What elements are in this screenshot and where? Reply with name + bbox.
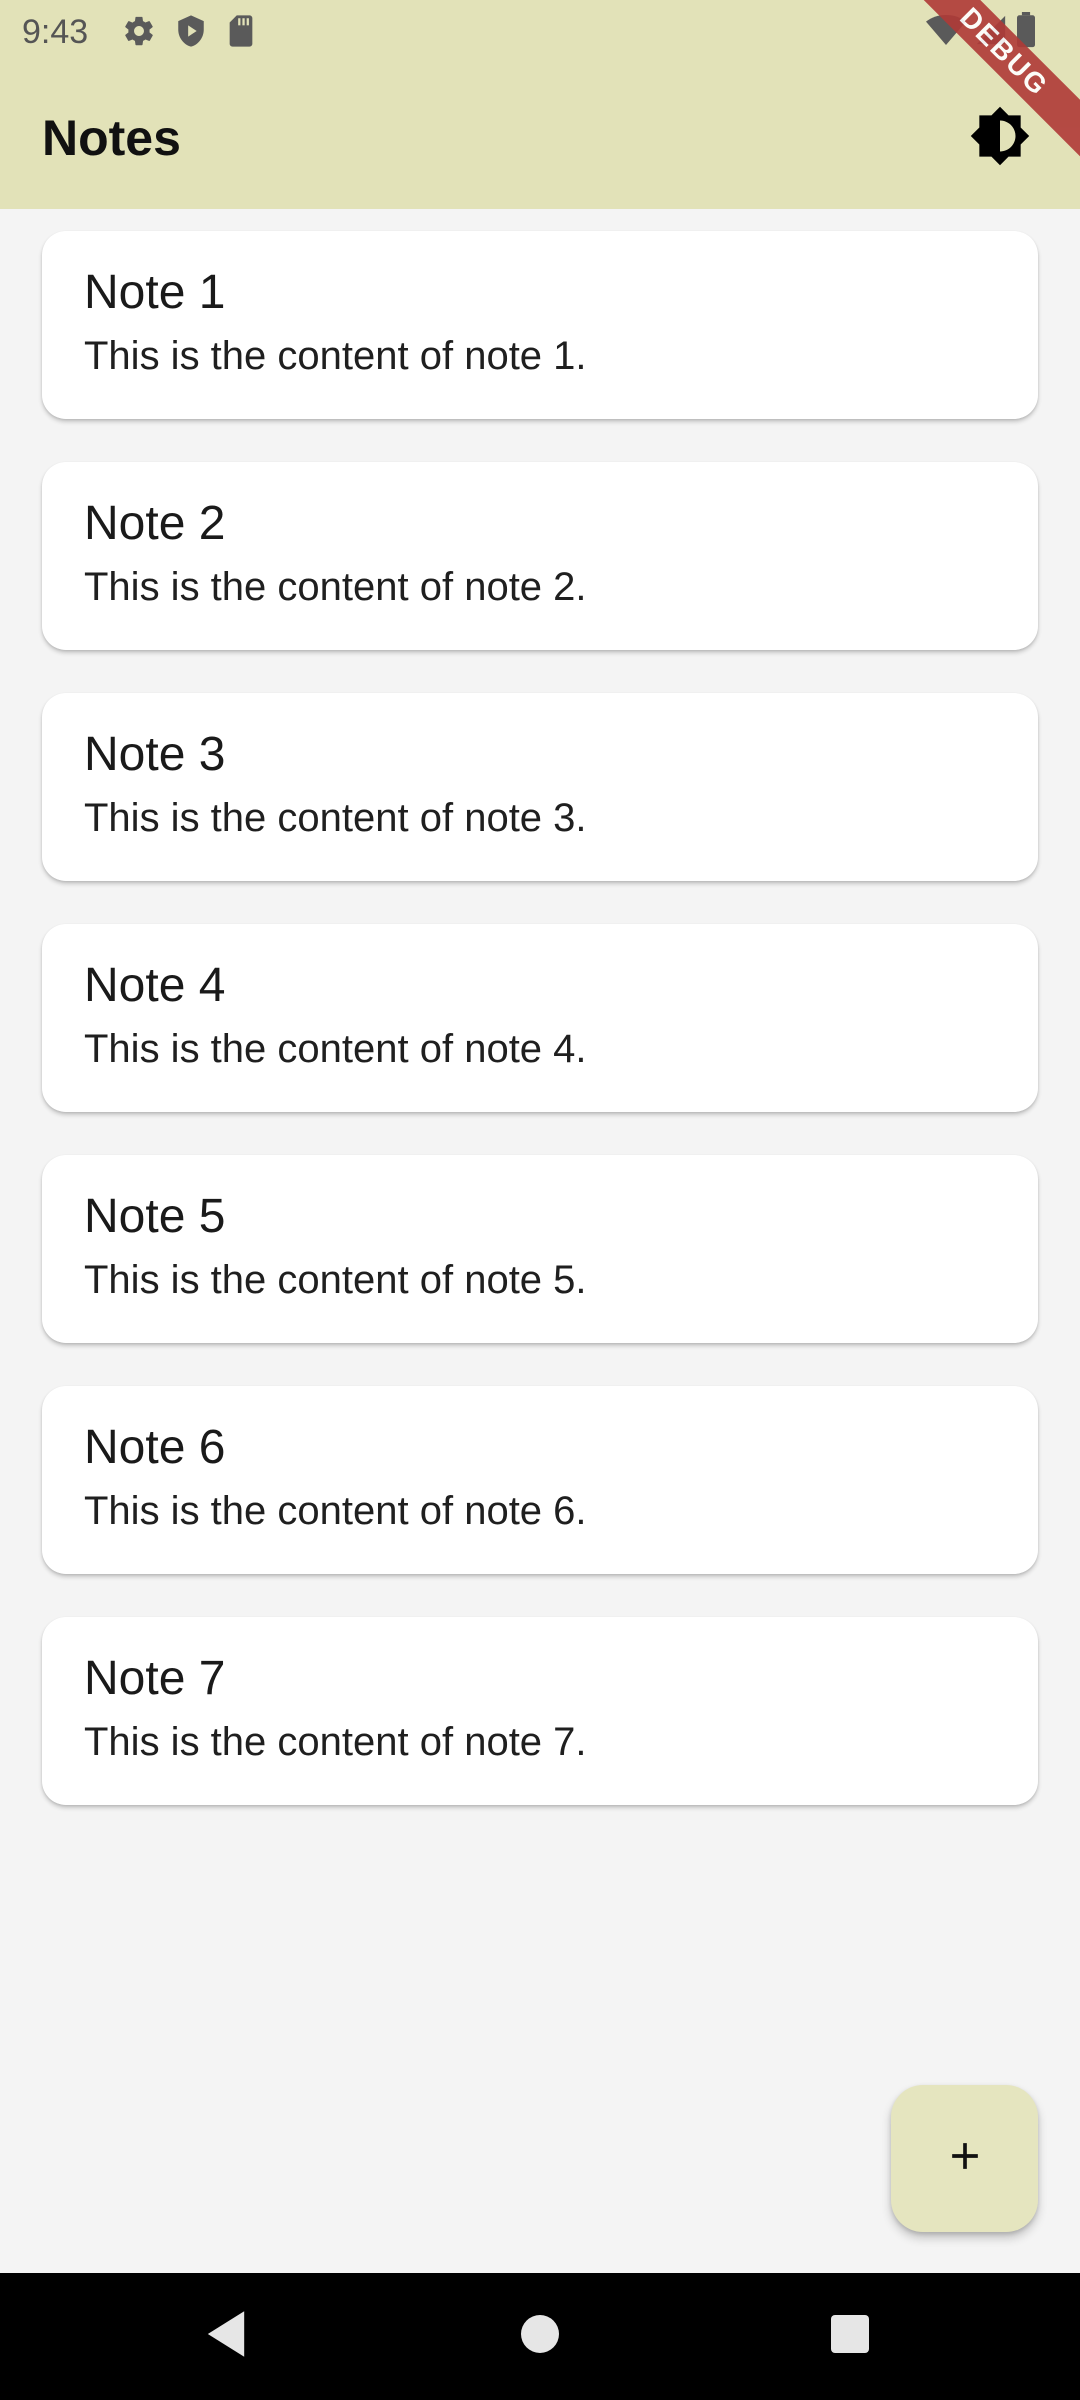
nav-back-button[interactable] bbox=[166, 2273, 286, 2400]
plus-icon bbox=[943, 2134, 987, 2183]
sd-card-icon bbox=[226, 14, 256, 48]
status-bar: 9:43 bbox=[0, 0, 1080, 66]
note-content: This is the content of note 4. bbox=[84, 1027, 587, 1071]
note-content: This is the content of note 5. bbox=[84, 1258, 587, 1302]
app-bar: Notes bbox=[0, 66, 1080, 209]
nav-home-button[interactable] bbox=[480, 2273, 600, 2400]
note-content: This is the content of note 6. bbox=[84, 1489, 587, 1533]
gear-icon bbox=[122, 14, 156, 48]
note-title: Note 1 bbox=[84, 266, 226, 319]
note-card[interactable]: Note 5 This is the content of note 5. bbox=[42, 1155, 1038, 1343]
note-card[interactable]: Note 1 This is the content of note 1. bbox=[42, 231, 1038, 419]
note-card[interactable]: Note 7 This is the content of note 7. bbox=[42, 1617, 1038, 1805]
home-icon bbox=[520, 2314, 560, 2359]
note-card[interactable]: Note 3 This is the content of note 3. bbox=[42, 693, 1038, 881]
note-content: This is the content of note 2. bbox=[84, 565, 587, 609]
note-title: Note 2 bbox=[84, 497, 226, 550]
note-title: Note 7 bbox=[84, 1652, 226, 1705]
note-card[interactable]: Note 4 This is the content of note 4. bbox=[42, 924, 1038, 1112]
add-note-button[interactable] bbox=[891, 2085, 1038, 2232]
note-title: Note 3 bbox=[84, 728, 226, 781]
page-title: Notes bbox=[42, 110, 181, 166]
recents-icon bbox=[830, 2314, 870, 2359]
status-time: 9:43 bbox=[22, 13, 89, 51]
note-title: Note 5 bbox=[84, 1190, 226, 1243]
theme-toggle-button[interactable] bbox=[962, 100, 1038, 176]
shield-play-icon bbox=[174, 14, 208, 48]
note-title: Note 4 bbox=[84, 959, 226, 1012]
nav-recents-button[interactable] bbox=[790, 2273, 910, 2400]
note-card[interactable]: Note 6 This is the content of note 6. bbox=[42, 1386, 1038, 1574]
note-content: This is the content of note 3. bbox=[84, 796, 587, 840]
note-content: This is the content of note 7. bbox=[84, 1720, 587, 1764]
note-content: This is the content of note 1. bbox=[84, 334, 587, 378]
note-card[interactable]: Note 2 This is the content of note 2. bbox=[42, 462, 1038, 650]
notes-list: Note 1 This is the content of note 1. No… bbox=[42, 231, 1038, 1848]
system-nav-bar bbox=[0, 2273, 1080, 2400]
back-icon bbox=[203, 2309, 249, 2364]
brightness-icon bbox=[969, 105, 1031, 172]
status-icons-left bbox=[122, 14, 256, 48]
note-title: Note 6 bbox=[84, 1421, 226, 1474]
